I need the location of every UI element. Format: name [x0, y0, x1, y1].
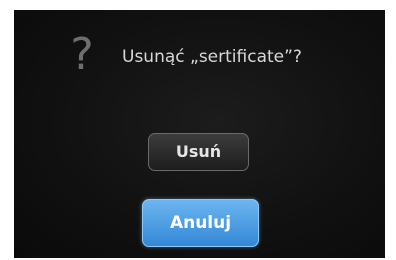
question-icon: ? [70, 29, 94, 80]
delete-button[interactable]: Usuń [148, 133, 249, 171]
cancel-button[interactable]: Anuluj [142, 199, 259, 247]
confirm-delete-dialog: ? Usunąć „sertificate”? Usuń Anuluj [14, 10, 385, 258]
dialog-message: Usunąć „sertificate”? [122, 47, 302, 67]
